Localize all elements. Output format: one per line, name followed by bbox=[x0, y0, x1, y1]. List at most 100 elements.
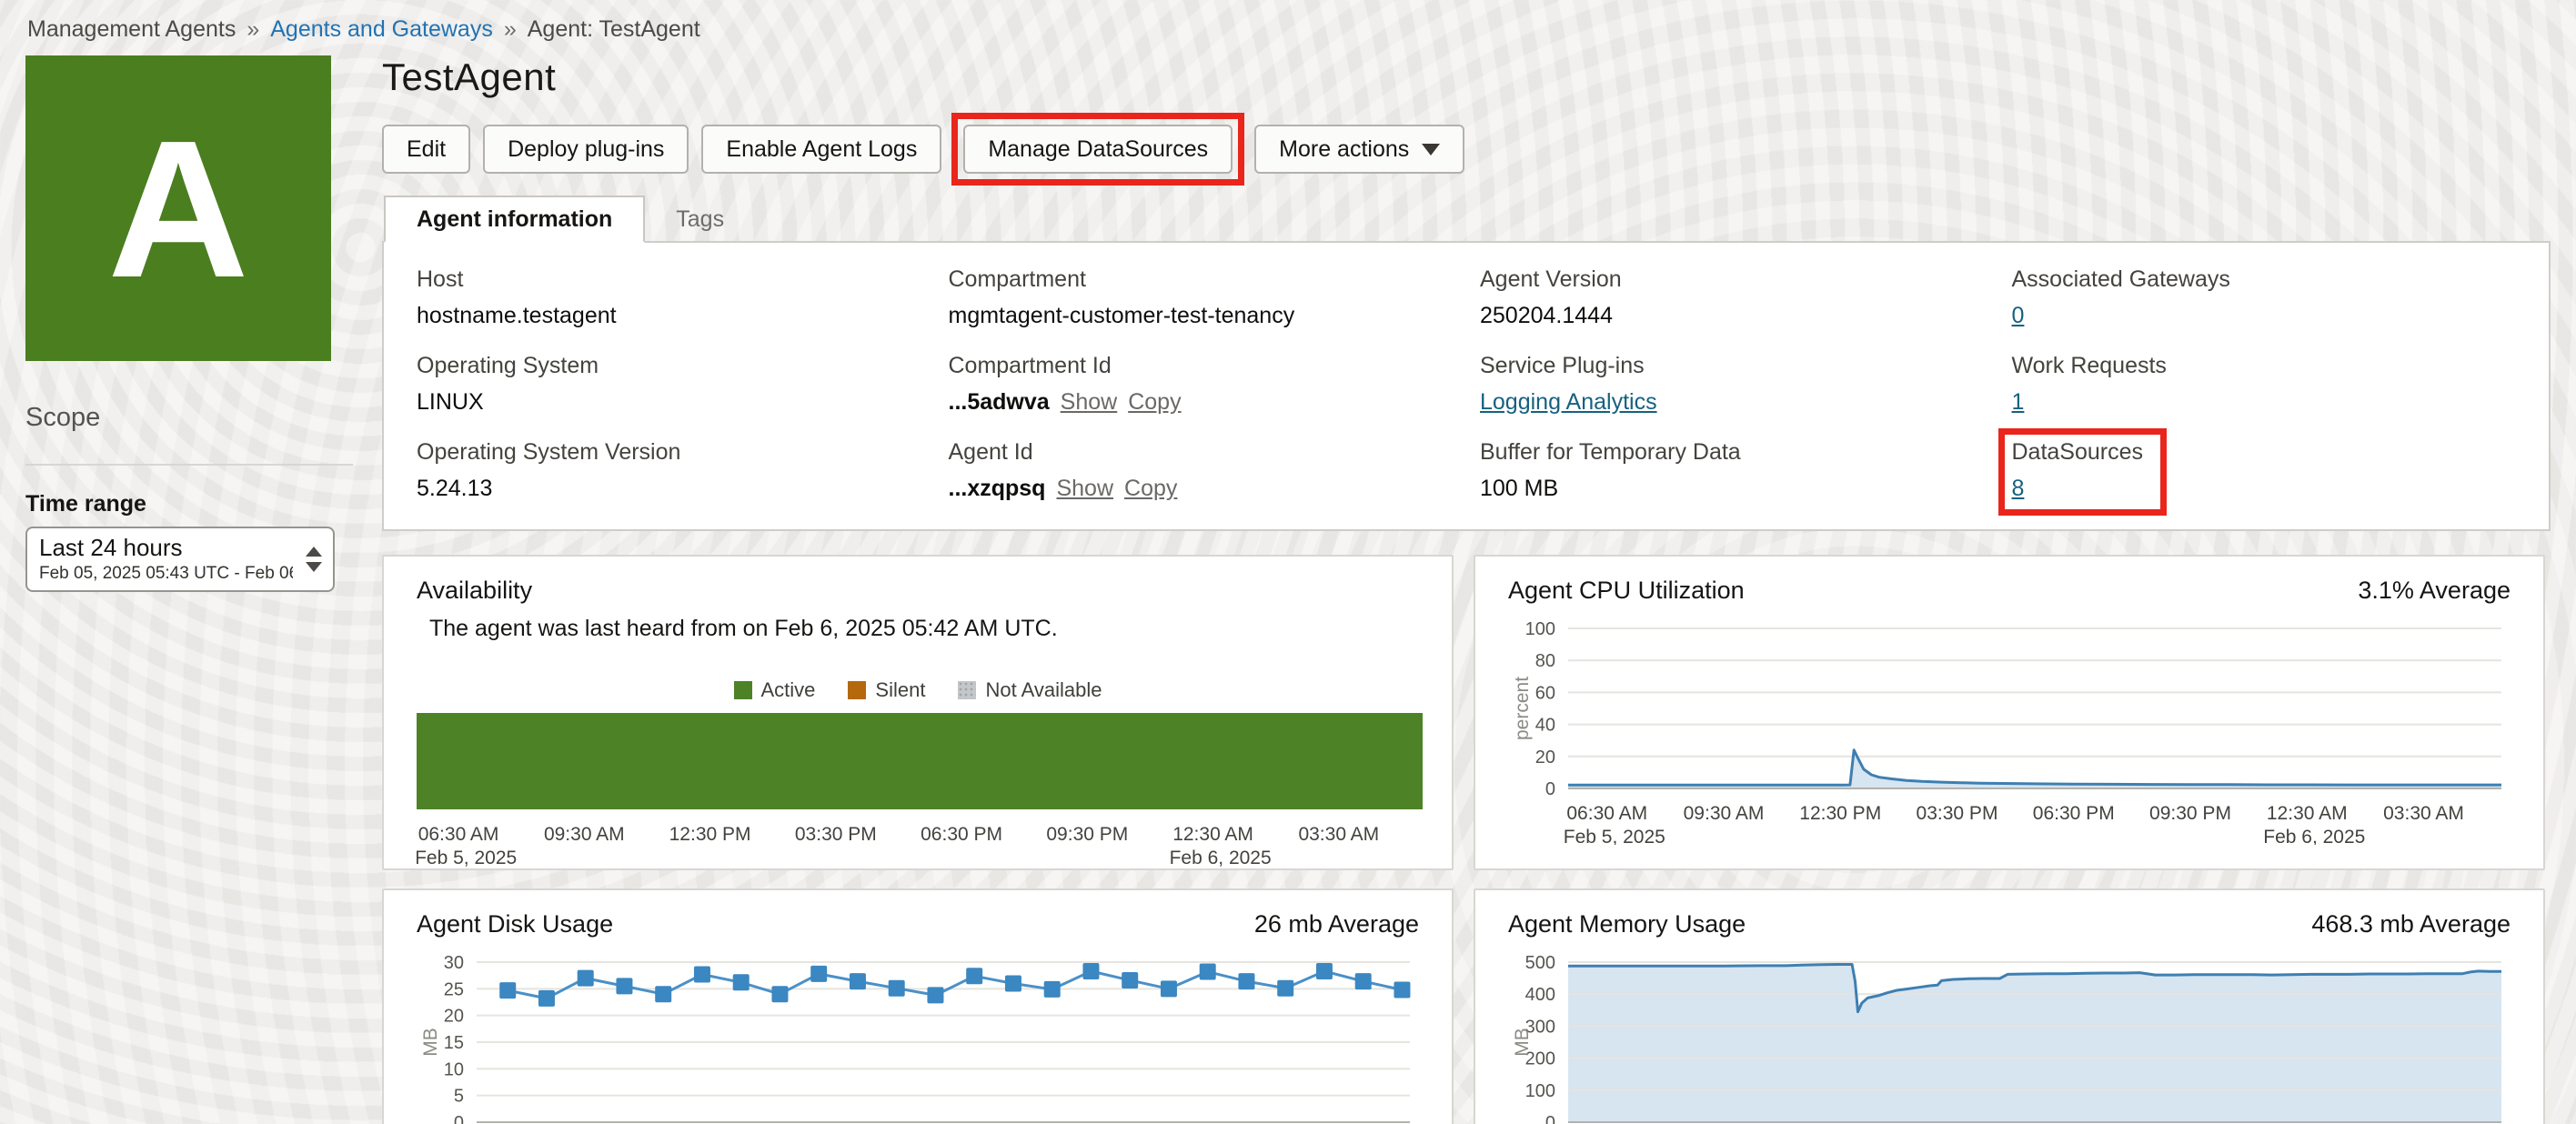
chart-cards: Availability The agent was last heard fro… bbox=[382, 555, 2551, 1124]
info-column: Host hostname.testagent Operating System LI… bbox=[417, 266, 921, 502]
field-link-work-requests[interactable]: 1 bbox=[2012, 389, 2025, 415]
field-compartment: Compartment mgmtagent-customer-test-tenan… bbox=[949, 266, 1295, 329]
svg-text:03:30 AM: 03:30 AM bbox=[1298, 824, 1379, 845]
svg-text:03:30 AM: 03:30 AM bbox=[2383, 803, 2464, 824]
svg-text:20: 20 bbox=[444, 1007, 464, 1027]
highlight-box: Manage DataSources bbox=[951, 113, 1245, 186]
svg-text:30: 30 bbox=[444, 953, 464, 973]
svg-text:Feb 6, 2025: Feb 6, 2025 bbox=[1170, 848, 1272, 868]
disk-chart: 051015202530MB06:30 AMFeb 5, 202509:30 A… bbox=[420, 953, 1411, 1124]
field-label: Agent Version bbox=[1480, 266, 1622, 292]
page: Management Agents » Agents and Gateways » Ag… bbox=[0, 0, 2576, 1124]
svg-text:09:30 AM: 09:30 AM bbox=[1684, 803, 1765, 824]
scope-label: Scope bbox=[25, 403, 101, 432]
svg-text:0: 0 bbox=[1545, 1113, 1555, 1124]
card-header: Availability bbox=[417, 577, 1419, 605]
svg-text:15: 15 bbox=[444, 1033, 464, 1053]
field-agent-version: Agent Version 250204.1444 bbox=[1480, 266, 1644, 329]
card-header: Agent Memory Usage 468.3 mb Average bbox=[1508, 910, 2511, 938]
svg-text:03:30 PM: 03:30 PM bbox=[795, 824, 877, 845]
cpu-title: Agent CPU Utilization bbox=[1508, 577, 1745, 604]
main-content: TestAgent Edit Deploy plug-ins Enable Agen… bbox=[382, 55, 2551, 1124]
field-operating-system-version: Operating System Version 5.24.13 bbox=[417, 439, 680, 502]
manage-datasources-button[interactable]: Manage DataSources bbox=[963, 125, 1233, 174]
spinner-icon[interactable] bbox=[306, 547, 322, 572]
svg-text:40: 40 bbox=[1535, 716, 1555, 736]
availability-chart: 06:30 AM Feb 5, 2025 09:30 AM 12:30 PM 03:30… bbox=[417, 713, 1423, 868]
availability-legend: Active Silent Not Available bbox=[417, 678, 1419, 702]
copy-link[interactable]: Copy bbox=[1124, 476, 1177, 501]
svg-text:80: 80 bbox=[1535, 651, 1555, 671]
page-title: TestAgent bbox=[382, 55, 557, 98]
svg-text:09:30 PM: 09:30 PM bbox=[2149, 803, 2231, 824]
show-link[interactable]: Show bbox=[1056, 476, 1113, 501]
field-link-datasources[interactable]: 8 bbox=[2012, 476, 2025, 501]
field-value: 100 MB bbox=[1480, 476, 1559, 501]
disk-card: Agent Disk Usage 26 mb Average 0 5 10 15 20 25 3… bbox=[382, 888, 1454, 1124]
field-value: Logging Analytics bbox=[1480, 389, 1657, 416]
field-buffer-for-temporary-data: Buffer for Temporary Data 100 MB bbox=[1480, 439, 1741, 502]
svg-text:12:30 AM: 12:30 AM bbox=[1172, 824, 1253, 845]
svg-text:5: 5 bbox=[454, 1087, 464, 1107]
memory-title: Agent Memory Usage bbox=[1508, 910, 1746, 938]
legend-not-available-swatch bbox=[958, 681, 977, 699]
field-label: Service Plug-ins bbox=[1480, 353, 1645, 378]
legend-active-swatch bbox=[733, 681, 752, 699]
svg-text:12:30 PM: 12:30 PM bbox=[1799, 803, 1881, 824]
svg-text:10: 10 bbox=[444, 1059, 464, 1079]
breadcrumb-separator: » bbox=[247, 16, 260, 42]
tab-tags[interactable]: Tags bbox=[645, 196, 755, 243]
edit-button[interactable]: Edit bbox=[382, 125, 471, 174]
field-label: Agent Id bbox=[948, 439, 1033, 465]
svg-text:06:30 PM: 06:30 PM bbox=[2033, 803, 2115, 824]
field-label: Work Requests bbox=[2011, 353, 2167, 378]
info-column: Agent Version 250204.1444 Service Plug-ins… bbox=[1480, 266, 1985, 502]
deploy-plug-ins-button[interactable]: Deploy plug-ins bbox=[483, 125, 689, 174]
legend-item-not-available: Not Available bbox=[958, 678, 1102, 702]
svg-text:Feb 5, 2025: Feb 5, 2025 bbox=[417, 848, 517, 868]
svg-text:100: 100 bbox=[1525, 1081, 1555, 1101]
svg-text:09:30 PM: 09:30 PM bbox=[1046, 824, 1128, 845]
more-actions-button[interactable]: More actions bbox=[1254, 125, 1465, 174]
card-header: Agent Disk Usage 26 mb Average bbox=[417, 910, 1419, 938]
field-value: 5.24.13 bbox=[417, 476, 493, 501]
svg-text:0: 0 bbox=[1545, 779, 1555, 799]
agent-info-grid: Host hostname.testagent Operating System LI… bbox=[417, 266, 2516, 516]
field-value: LINUX bbox=[417, 389, 484, 415]
field-link-service-plug-ins[interactable]: Logging Analytics bbox=[1480, 389, 1657, 415]
cpu-chart: 0 20 40 60 80 100 percent 06:30 AM Feb 5, 2025 09… bbox=[1512, 619, 2501, 845]
legend-item-silent: Silent bbox=[848, 678, 925, 702]
svg-text:09:30 AM: 09:30 AM bbox=[544, 824, 625, 845]
breadcrumb-item-agents-and-gateways[interactable]: Agents and Gateways bbox=[270, 16, 493, 43]
field-value: 8 bbox=[2012, 476, 2176, 502]
availability-card: Availability The agent was last heard fro… bbox=[382, 555, 1454, 870]
avatar: A bbox=[25, 55, 331, 361]
time-range-dates: Feb 05, 2025 05:43 UTC - Feb 06, 2025 05… bbox=[39, 564, 293, 583]
sidebar: A Scope Time range Last 24 hours Feb 05,… bbox=[25, 55, 382, 1124]
tab-agent-information[interactable]: Agent information bbox=[384, 196, 646, 243]
spinner-up-icon[interactable] bbox=[306, 547, 322, 557]
availability-subtitle: The agent was last heard from on Feb 6, … bbox=[429, 616, 1058, 641]
field-agent-id: Agent Id ...xzqpsq Show Copy bbox=[949, 439, 1178, 502]
field-associated-gateways: Associated Gateways 0 bbox=[2012, 266, 2230, 329]
field-service-plug-ins: Service Plug-ins Logging Analytics bbox=[1480, 353, 1657, 416]
svg-text:400: 400 bbox=[1525, 985, 1555, 1005]
legend-label: Not Available bbox=[985, 678, 1102, 701]
svg-text:12:30 PM: 12:30 PM bbox=[669, 824, 751, 845]
time-range-select[interactable]: Last 24 hours Feb 05, 2025 05:43 UTC - F… bbox=[25, 527, 335, 592]
field-link-associated-gateways[interactable]: 0 bbox=[2012, 303, 2025, 328]
caret-down-icon bbox=[1422, 143, 1441, 156]
cpu-card: Agent CPU Utilization 3.1% Average 0 20 40 60… bbox=[1474, 555, 2545, 870]
svg-text:0: 0 bbox=[454, 1113, 464, 1124]
field-value: 1 bbox=[2012, 389, 2176, 416]
spinner-down-icon[interactable] bbox=[306, 562, 322, 572]
action-buttons: Edit Deploy plug-ins Enable Agent Logs Mana… bbox=[382, 113, 2551, 186]
memory-average-label: 468.3 mb Average bbox=[2311, 910, 2511, 938]
field-label: Operating System Version bbox=[417, 439, 681, 465]
tabs: Agent information Tags bbox=[382, 196, 2551, 243]
field-value-text: ...xzqpsq bbox=[948, 476, 1046, 501]
field-value: 250204.1444 bbox=[1480, 303, 1613, 328]
enable-agent-logs-button[interactable]: Enable Agent Logs bbox=[701, 125, 942, 174]
show-link[interactable]: Show bbox=[1061, 389, 1118, 415]
copy-link[interactable]: Copy bbox=[1128, 389, 1181, 415]
